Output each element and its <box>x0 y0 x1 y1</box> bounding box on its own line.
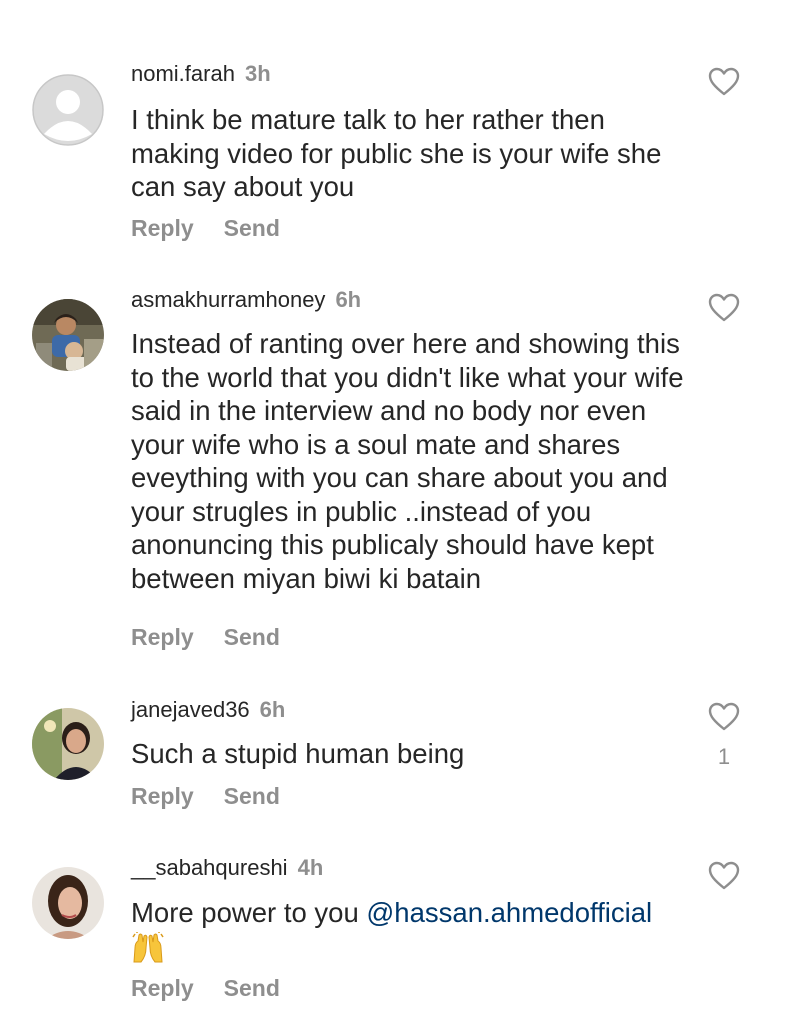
like-count: 1 <box>717 744 731 769</box>
heart-outline-icon[interactable] <box>708 293 740 323</box>
comment-actions: Reply Send <box>131 974 280 1002</box>
comment-header: janejaved36 6h <box>131 697 285 723</box>
username[interactable]: janejaved36 <box>131 697 250 722</box>
heart-outline-icon[interactable] <box>708 702 740 732</box>
user-photo-icon <box>32 299 104 371</box>
default-avatar-icon <box>32 74 104 146</box>
username[interactable]: __sabahqureshi <box>131 855 288 880</box>
username[interactable]: nomi.farah <box>131 61 235 86</box>
reply-button[interactable]: Reply <box>131 215 194 241</box>
reply-button[interactable]: Reply <box>131 975 194 1001</box>
comment-item: __sabahqureshi 4h More power to you @hass… <box>0 840 785 1024</box>
avatar[interactable] <box>32 708 104 780</box>
timestamp: 6h <box>335 287 362 312</box>
comment-text: Such a stupid human being <box>131 738 465 769</box>
comment-actions: Reply Send <box>131 214 280 242</box>
avatar[interactable] <box>32 299 104 371</box>
comment-item: janejaved36 6h Such a stupid human being … <box>0 680 785 840</box>
send-button[interactable]: Send <box>224 783 280 809</box>
avatar[interactable] <box>32 867 104 939</box>
comment-header: __sabahqureshi 4h <box>131 855 323 881</box>
heart-outline-icon[interactable] <box>708 67 740 97</box>
timestamp: 3h <box>244 61 271 86</box>
user-photo-icon <box>32 867 104 939</box>
comment-header: nomi.farah 3h <box>131 61 271 87</box>
user-photo-icon <box>32 708 104 780</box>
timestamp: 6h <box>259 697 286 722</box>
raising-hands-icon <box>132 932 164 963</box>
mention-link[interactable]: @hassan.ahmedofficial <box>366 897 652 928</box>
comment-text: Instead of ranting over here and showing… <box>131 328 684 594</box>
reply-button[interactable]: Reply <box>131 783 194 809</box>
comment-header: asmakhurramhoney 6h <box>131 287 361 313</box>
comment-text-prefix: More power to you <box>131 897 367 928</box>
username[interactable]: asmakhurramhoney <box>131 287 325 312</box>
comment-actions: Reply Send <box>131 623 280 651</box>
heart-outline-icon[interactable] <box>708 861 740 891</box>
timestamp: 4h <box>297 855 324 880</box>
comment-item: asmakhurramhoney 6h Instead of ranting ov… <box>0 270 785 680</box>
comment-item: nomi.farah 3h I think be mature talk to h… <box>0 0 785 270</box>
comment-actions: Reply Send <box>131 782 280 810</box>
send-button[interactable]: Send <box>224 975 280 1001</box>
send-button[interactable]: Send <box>224 624 280 650</box>
reply-button[interactable]: Reply <box>131 624 194 650</box>
comment-text: More power to you @hassan.ahmedofficial <box>131 896 691 964</box>
avatar[interactable] <box>32 74 104 146</box>
send-button[interactable]: Send <box>224 215 280 241</box>
comment-text: I think be mature talk to her rather the… <box>131 104 662 202</box>
